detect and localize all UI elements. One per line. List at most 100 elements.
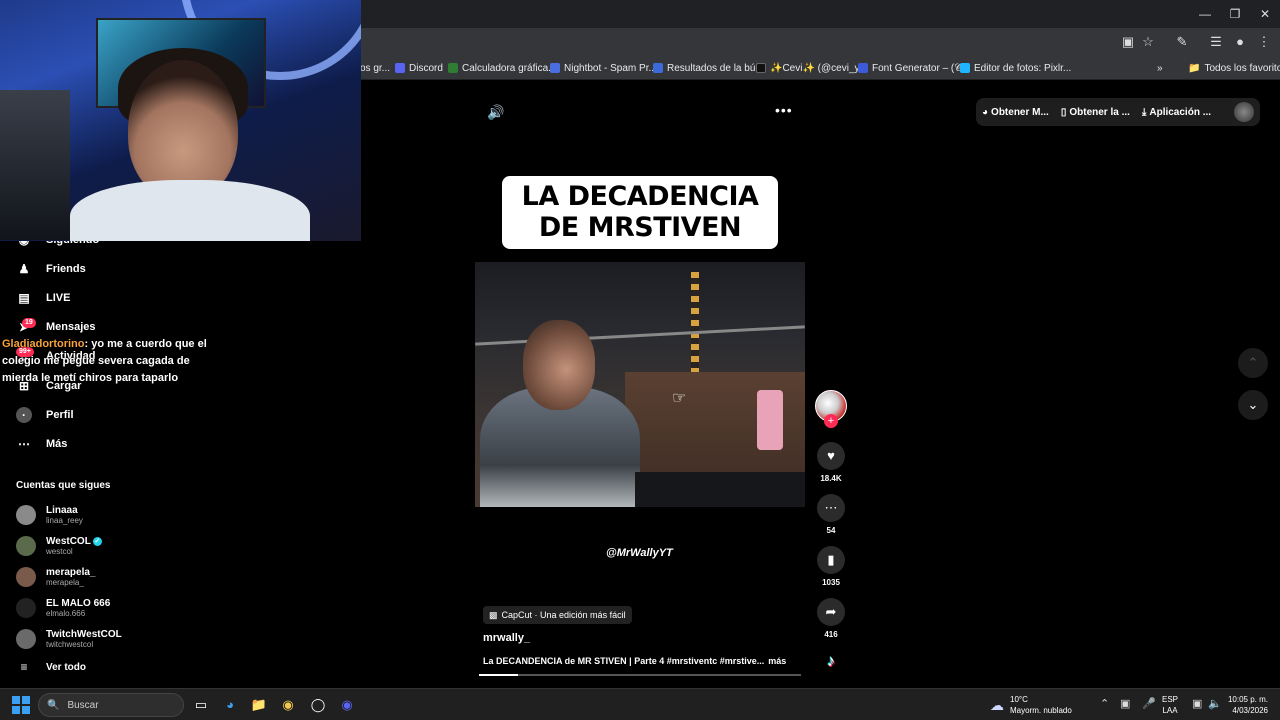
minimize-icon[interactable]: — [1190, 4, 1220, 24]
following-account[interactable]: Linaaa linaa_reey [16, 502, 83, 528]
sidebar-item-friends[interactable]: ♟ Friends [16, 259, 86, 279]
all-favorites[interactable]: 📁 Todos los favoritos [1188, 60, 1280, 76]
video-description: La DECANDENCIA de MR STIVEN | Parte 4 #m… [483, 656, 787, 666]
bookmark-nightbot[interactable]: Nightbot - Spam Pr... [550, 60, 657, 76]
restore-icon[interactable]: ❐ [1220, 4, 1250, 24]
system-clock[interactable]: 10:05 p. m. 4/03/2026 [1224, 694, 1268, 716]
following-account[interactable]: EL MALO 666 elmalo.666 [16, 595, 110, 621]
video-title-card: LA DECADENCIA DE MRSTIVEN [502, 176, 778, 249]
previous-video-chevron-up-icon[interactable]: ⌃ [1238, 348, 1268, 378]
pixlr-icon [960, 63, 970, 73]
task-view-icon[interactable]: ▭ [190, 695, 212, 715]
search-icon: 🔍 [47, 699, 60, 711]
share-action[interactable]: ➦ 416 [816, 598, 846, 639]
nightbot-icon [550, 63, 560, 73]
avatar [16, 567, 36, 587]
messages-badge: 19 [22, 318, 36, 328]
verified-icon: ✓ [92, 536, 102, 546]
heart-icon[interactable]: ♥ [817, 442, 845, 470]
capcut-icon: ▩ [489, 609, 498, 620]
download-icon: ⤓ [1141, 106, 1147, 118]
get-coins-button[interactable]: ◕ Obtener M... [976, 98, 1055, 126]
list-icon: ≡ [20, 660, 28, 674]
avatar [16, 629, 36, 649]
close-icon[interactable]: ✕ [1250, 4, 1280, 24]
phone-icon: ▯ [1060, 106, 1067, 118]
avatar [16, 505, 36, 525]
following-account[interactable]: merapela_ merapela_ [16, 564, 95, 590]
bookmark-cevi[interactable]: ✨Cevi✨ (@cevi_y... [756, 60, 867, 76]
chrome-icon[interactable]: ◉ [277, 695, 299, 715]
following-account[interactable]: WestCOL ✓ westcol [16, 533, 102, 559]
sidebar-item-mas[interactable]: ⋯ Más [16, 434, 67, 454]
cast-icon[interactable]: ▣ [1118, 32, 1138, 52]
tiktok-small-icon [756, 63, 766, 73]
mouse-cursor-icon: ☞ [672, 390, 687, 407]
balcony-railing [475, 325, 805, 346]
extensions-icon[interactable]: ✎ [1172, 32, 1192, 52]
avatar [16, 598, 36, 618]
more-link[interactable]: más [768, 656, 786, 666]
sidebar-item-perfil[interactable]: · Perfil [16, 405, 74, 425]
bookmark-icon[interactable]: ▮ [817, 546, 845, 574]
video-author[interactable]: mrwally_ [483, 632, 530, 644]
bookmark-font-generator[interactable]: Font Generator – (𝒞... [858, 60, 970, 76]
taskbar: 🔍 Buscar ▭ ◕ 📁 ◉ ◯ ◉ ☁ 10°C Mayorm. nublad… [0, 688, 1280, 720]
like-action[interactable]: ♥ 18.4K [816, 442, 846, 483]
chat-username: Gladiadortorino [2, 338, 85, 350]
get-app-button[interactable]: ▯ Obtener la ... [1055, 98, 1136, 126]
video-options-icon[interactable]: ••• [775, 102, 793, 118]
video-frame[interactable] [475, 262, 805, 507]
share-icon[interactable]: ➦ [817, 598, 845, 626]
comment-action[interactable]: ⋯ 54 [816, 494, 846, 535]
bookmarks-overflow-icon[interactable]: » [1157, 60, 1163, 76]
network-icon[interactable]: ▣ [1192, 697, 1202, 710]
sidebar-item-live[interactable]: ▤ LIVE [16, 288, 70, 308]
speaker-icon[interactable]: 🔈 [1208, 697, 1222, 710]
user-avatar[interactable] [1234, 102, 1254, 122]
microphone-icon[interactable]: 🎤 [1142, 697, 1156, 710]
file-explorer-icon[interactable]: 📁 [248, 695, 270, 715]
weather-widget[interactable]: ☁ 10°C Mayorm. nublado [990, 694, 1072, 716]
windows-start-icon[interactable] [12, 696, 30, 714]
see-all-link[interactable]: ≡ Ver todo [16, 657, 86, 677]
desktop-app-button[interactable]: ⤓ Aplicación ... [1136, 98, 1217, 126]
streamer-face [128, 60, 238, 200]
media-control-icon[interactable]: ☰ [1206, 32, 1226, 52]
bookmark-calculadora[interactable]: Calculadora gráfica... [448, 60, 557, 76]
follow-plus-icon[interactable]: + [824, 414, 838, 428]
keyboard-language[interactable]: ESP LAA [1162, 694, 1178, 716]
pink-cup [757, 390, 783, 450]
desmos-icon [448, 63, 458, 73]
background-shelf [0, 90, 70, 240]
tray-overflow-chevron-icon[interactable]: ⌃ [1100, 697, 1109, 710]
bookmark-discord[interactable]: Discord [395, 60, 443, 76]
volume-icon[interactable]: 🔊 [487, 104, 504, 121]
webcam-overlay [0, 0, 361, 241]
tray-app-icon[interactable]: ▣ [1120, 697, 1130, 710]
following-title: Cuentas que sigues [16, 480, 111, 491]
following-account[interactable]: TwitchWestCOL twitchwestcol [16, 626, 122, 652]
screen: — ❐ ✕ ▣ ☆ ✎ ☰ ● ⋮ os gr... Discord Calcu… [0, 0, 1280, 720]
bookmark-pixlr[interactable]: Editor de fotos: Pixlr... [960, 60, 1071, 76]
taskbar-search[interactable]: 🔍 Buscar [38, 693, 184, 717]
bookmark-star-icon[interactable]: ☆ [1138, 32, 1158, 52]
avatar [16, 536, 36, 556]
friends-icon: ♟ [18, 262, 30, 276]
bookmark-item[interactable]: os gr... [360, 60, 390, 76]
obs-icon[interactable]: ◯ [307, 695, 329, 715]
top-actions-bar: ◕ Obtener M... ▯ Obtener la ... ⤓ Aplicació… [976, 98, 1260, 126]
folder-icon: 📁 [1188, 62, 1201, 74]
edge-icon[interactable]: ◕ [219, 695, 241, 715]
bookmark-resultados[interactable]: Resultados de la bú... [653, 60, 764, 76]
next-video-chevron-down-icon[interactable]: ⌄ [1238, 390, 1268, 420]
discord-taskbar-icon[interactable]: ◉ [336, 695, 358, 715]
tiktok-logo-icon[interactable]: ♪ [820, 651, 842, 673]
save-action[interactable]: ▮ 1035 [816, 546, 846, 587]
capcut-tag[interactable]: ▩ CapCut · Una edición más fácil [483, 606, 632, 624]
stream-chat-message: Gladiadortorino: yo me a cuerdo que el c… [2, 336, 222, 387]
comment-icon[interactable]: ⋯ [817, 494, 845, 522]
profile-avatar-icon[interactable]: ● [1230, 32, 1250, 52]
video-progress-bar[interactable] [479, 674, 801, 676]
browser-menu-icon[interactable]: ⋮ [1254, 32, 1274, 52]
